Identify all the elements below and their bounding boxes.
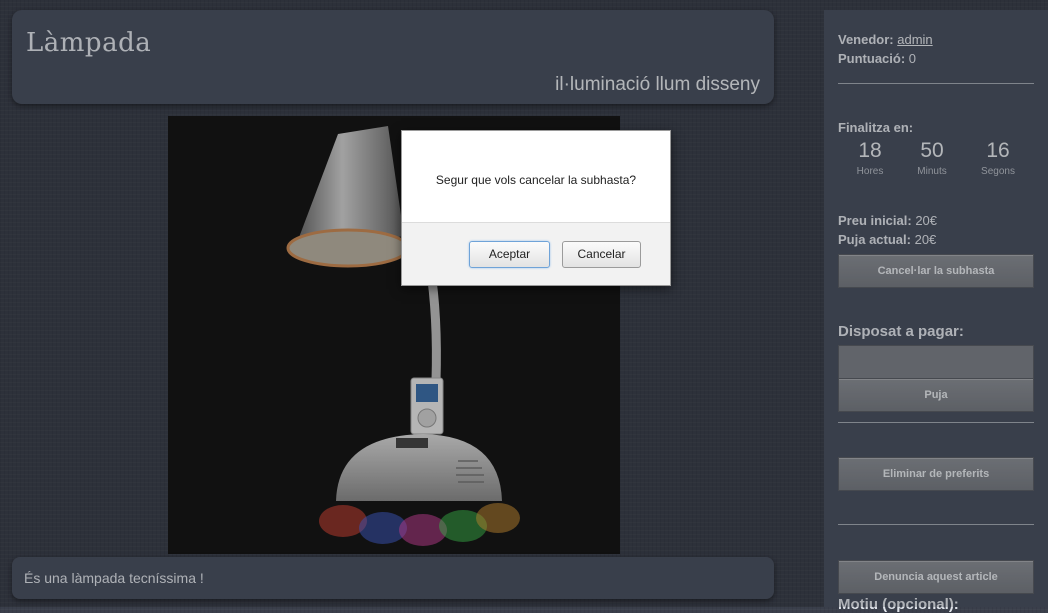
hours-value: 18 [858,139,882,162]
seller-label: Venedor: [838,32,894,47]
product-description-panel: És una làmpada tecníssima ! [12,557,774,599]
initial-price-line: Preu inicial: 20€ [838,213,937,228]
initial-price-label: Preu inicial: [838,213,912,228]
product-title: Làmpada [26,28,152,58]
report-item-button[interactable]: Denuncia aquest article [838,560,1034,594]
countdown-seconds: 16 Segons [972,139,1024,177]
product-tags: il·luminació llum disseny [555,74,760,95]
product-description: És una làmpada tecníssima ! [24,570,204,586]
bid-button[interactable]: Puja [838,378,1034,412]
rating-value: 0 [908,51,917,66]
countdown-timer: 18 Hores 50 Minuts 16 Segons [838,139,1038,183]
current-bid-line: Puja actual: 20€ [838,232,936,247]
report-reason-label: Motiu (opcional): [838,596,959,613]
current-bid-label: Puja actual: [838,232,911,247]
countdown-minutes: 50 Minuts [906,139,958,177]
accept-button[interactable]: Aceptar [469,241,550,268]
dialog-message: Segur que vols cancelar la subhasta? [435,173,637,187]
countdown-heading: Finalitza en: [838,120,914,135]
bid-amount-input[interactable] [838,345,1034,379]
seller-line: Venedor: admin [838,32,933,47]
divider [838,422,1034,423]
current-bid-value: 20€ [914,232,937,247]
cancel-auction-button[interactable]: Cancel·lar la subhasta [838,254,1034,288]
remove-favorites-button[interactable]: Eliminar de preferits [838,457,1034,491]
auction-sidebar: Venedor: admin Puntuació: 0 Finalitza en… [824,10,1048,613]
confirm-cancel-dialog: Segur que vols cancelar la subhasta? Ace… [401,130,671,286]
cancel-button[interactable]: Cancelar [562,241,641,268]
seconds-value: 16 [986,139,1010,162]
rating-label: Puntuació: [838,51,906,66]
willing-to-pay-label: Disposat a pagar: [838,323,964,340]
rating-line: Puntuació: 0 [838,51,916,66]
divider [838,524,1034,525]
countdown-hours: 18 Hores [844,139,896,177]
divider [838,83,1034,84]
dialog-footer: Aceptar Cancelar [402,222,670,285]
minutes-value: 50 [920,139,944,162]
seller-link[interactable]: admin [897,32,932,47]
product-header: Làmpada il·luminació llum disseny [12,10,774,104]
hours-label: Hores [856,166,884,177]
minutes-label: Minuts [917,166,947,177]
initial-price-value: 20€ [915,213,938,228]
seconds-label: Segons [981,166,1015,177]
